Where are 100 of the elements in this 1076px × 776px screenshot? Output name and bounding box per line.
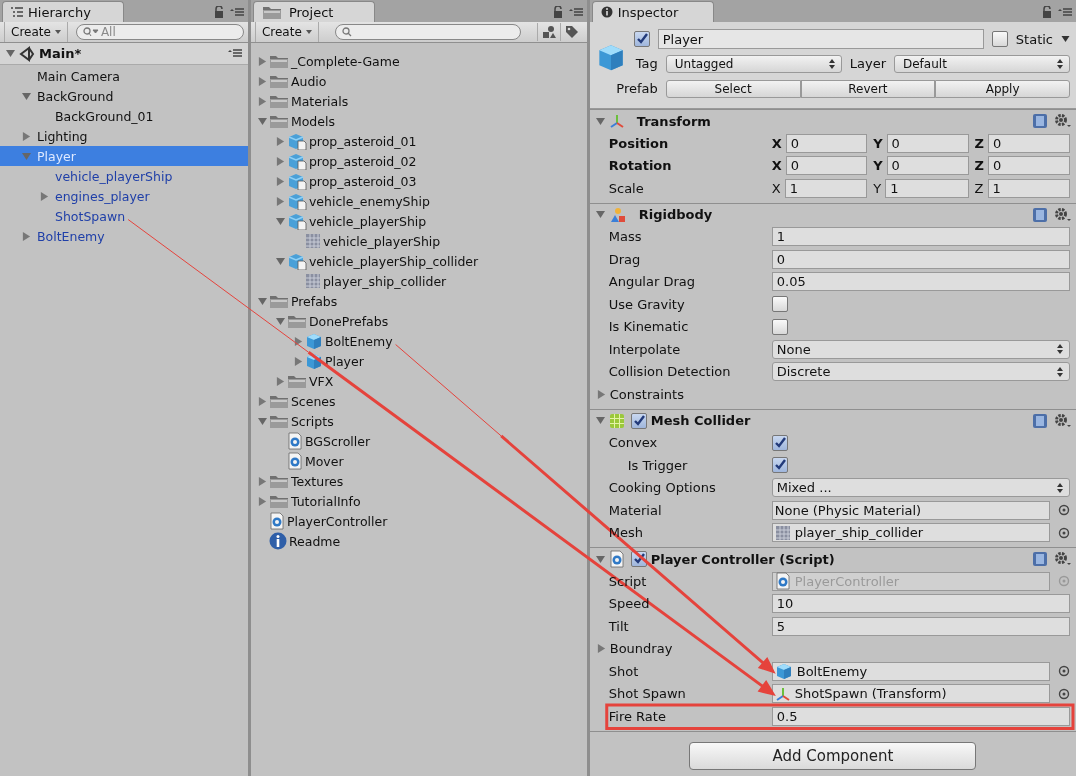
object-picker-icon[interactable] <box>1058 526 1070 539</box>
tree-item[interactable]: prop_asteroid_01 <box>250 131 587 151</box>
tree-item[interactable]: Lighting <box>0 126 248 146</box>
input-field[interactable]: 0 <box>785 156 868 176</box>
input-field[interactable]: 0 <box>771 249 1070 269</box>
dropdown[interactable]: None <box>771 339 1070 359</box>
tree-item[interactable]: Materials <box>250 91 587 111</box>
disclosure-triangle-icon[interactable] <box>22 91 31 101</box>
lock-icon[interactable] <box>1042 6 1052 18</box>
input-field[interactable]: 5 <box>771 616 1070 636</box>
disclosure-triangle-icon[interactable] <box>257 416 267 426</box>
tree-item[interactable]: BoltEnemy <box>0 226 248 246</box>
input-field[interactable]: 0 <box>886 133 969 153</box>
tree-item[interactable]: ShotSpawn <box>0 206 248 226</box>
dropdown[interactable]: Discrete <box>771 362 1070 382</box>
tree-item[interactable]: TutorialInfo <box>250 491 587 511</box>
tree-item[interactable]: vehicle_playerShip_collider <box>250 251 587 271</box>
disclosure-triangle-icon[interactable] <box>6 49 15 58</box>
tree-item[interactable]: vehicle_enemyShip <box>250 191 587 211</box>
tree-item[interactable]: BGScroller <box>250 431 587 451</box>
help-book-icon[interactable] <box>1032 412 1048 429</box>
prefab-button[interactable]: Apply <box>935 79 1070 98</box>
panel-tab[interactable]: Project <box>252 1 375 22</box>
input-field[interactable]: 1 <box>771 227 1070 247</box>
tree-item[interactable]: engines_player <box>0 186 248 206</box>
create-button[interactable]: Create <box>4 22 68 42</box>
tree-item[interactable]: Textures <box>250 471 587 491</box>
menu-icon[interactable] <box>227 48 242 58</box>
disclosure-triangle-icon[interactable] <box>596 644 606 654</box>
disclosure-triangle-icon[interactable] <box>596 389 606 399</box>
checkbox[interactable] <box>771 457 788 474</box>
lock-icon[interactable] <box>552 6 563 18</box>
tree-item[interactable]: BoltEnemy <box>250 331 587 351</box>
disclosure-triangle-icon[interactable] <box>595 416 605 425</box>
disclosure-triangle-icon[interactable] <box>275 176 285 186</box>
disclosure-triangle-icon[interactable] <box>275 216 285 226</box>
disclosure-triangle-icon[interactable] <box>595 210 605 219</box>
disclosure-triangle-icon[interactable] <box>595 554 605 564</box>
name-field[interactable]: Player <box>657 29 984 49</box>
disclosure-triangle-icon[interactable] <box>275 136 285 146</box>
tree-item[interactable]: Prefabs <box>250 291 587 311</box>
object-picker-icon[interactable] <box>1058 665 1070 678</box>
tree-item[interactable]: VFX <box>250 371 587 391</box>
object-picker-icon[interactable] <box>1058 504 1070 517</box>
settings-icon[interactable] <box>1054 206 1072 223</box>
disclosure-triangle-icon[interactable] <box>257 96 267 106</box>
object-picker-icon[interactable] <box>1058 687 1070 700</box>
checkbox[interactable] <box>630 412 647 429</box>
lock-icon[interactable] <box>213 6 224 18</box>
tree-item[interactable]: vehicle_playerShip <box>0 166 248 186</box>
help-book-icon[interactable] <box>1032 113 1048 129</box>
input-field[interactable]: 1 <box>885 178 969 198</box>
caret-icon[interactable] <box>1061 36 1070 42</box>
tree-item[interactable]: vehicle_playerShip <box>250 231 587 251</box>
dropdown[interactable]: Mixed ... <box>771 478 1070 498</box>
input-field[interactable]: 0 <box>988 156 1070 176</box>
disclosure-triangle-icon[interactable] <box>275 156 285 166</box>
settings-icon[interactable] <box>1054 113 1072 129</box>
disclosure-triangle-icon[interactable] <box>275 256 285 266</box>
menu-icon[interactable] <box>1058 7 1072 17</box>
tree-item[interactable]: Mover <box>250 451 587 471</box>
tree-item[interactable]: Readme <box>250 531 587 551</box>
help-book-icon[interactable] <box>1032 206 1048 223</box>
disclosure-triangle-icon[interactable] <box>22 231 31 241</box>
disclosure-triangle-icon[interactable] <box>257 476 267 486</box>
disclosure-triangle-icon[interactable] <box>40 191 49 201</box>
disclosure-triangle-icon[interactable] <box>595 116 605 126</box>
create-button[interactable]: Create <box>254 22 319 42</box>
tree-item[interactable]: _Complete-Game <box>250 51 587 71</box>
disclosure-triangle-icon[interactable] <box>293 336 303 346</box>
tree-item[interactable]: BackGround_01 <box>0 106 248 126</box>
input-field[interactable]: 10 <box>771 594 1070 614</box>
tree-item[interactable]: player_ship_collider <box>250 271 587 291</box>
dropdown[interactable]: Untagged <box>665 54 842 73</box>
add-component-button[interactable]: Add Component <box>689 741 977 770</box>
disclosure-triangle-icon[interactable] <box>293 356 303 366</box>
object-field[interactable]: BoltEnemy <box>771 661 1050 681</box>
menu-icon[interactable] <box>229 7 244 17</box>
input-field[interactable]: 0.05 <box>771 272 1070 292</box>
object-field[interactable]: player_ship_collider <box>771 523 1050 543</box>
checkbox[interactable] <box>771 318 788 335</box>
tree-item[interactable]: PlayerController <box>250 511 587 531</box>
checkbox[interactable] <box>771 434 788 451</box>
input-field[interactable]: 1 <box>784 178 868 198</box>
settings-icon[interactable] <box>1054 412 1072 429</box>
help-book-icon[interactable] <box>1032 551 1048 567</box>
scene-name[interactable]: Main* <box>39 46 82 61</box>
object-field[interactable]: None (Physic Material) <box>771 500 1050 520</box>
settings-icon[interactable] <box>1054 551 1072 567</box>
tree-item[interactable]: prop_asteroid_03 <box>250 171 587 191</box>
tree-item[interactable]: prop_asteroid_02 <box>250 151 587 171</box>
prefab-button[interactable]: Revert <box>800 79 936 98</box>
input-field[interactable]: 0 <box>886 156 969 176</box>
tree-item[interactable]: Scenes <box>250 391 587 411</box>
checkbox[interactable] <box>771 296 788 313</box>
disclosure-triangle-icon[interactable] <box>275 376 285 386</box>
prefab-button[interactable]: Select <box>665 79 801 98</box>
tree-item[interactable]: DonePrefabs <box>250 311 587 331</box>
disclosure-triangle-icon[interactable] <box>257 396 267 406</box>
tree-item[interactable]: Scripts <box>250 411 587 431</box>
